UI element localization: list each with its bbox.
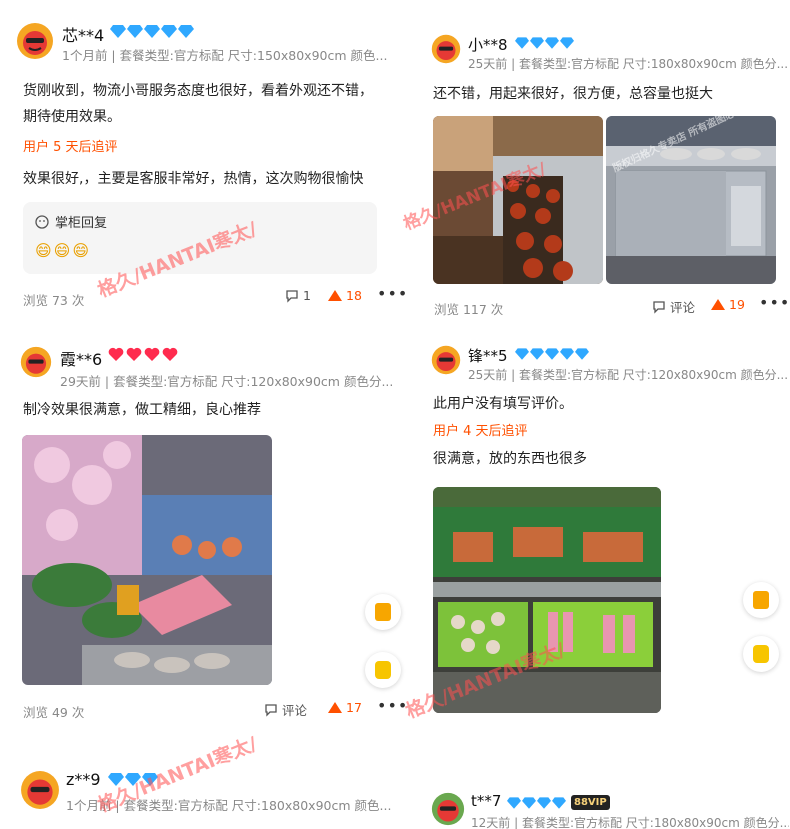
followup-text: 很满意，放的东西也很多 [433,451,587,467]
diamond-icon [515,37,529,49]
diamond-icon [161,25,177,38]
diamond-icon [178,25,194,38]
comment-button[interactable]: 评论 [652,297,695,316]
avatar[interactable] [20,770,60,810]
heart-icon [144,347,160,361]
username[interactable]: 芯**4 [62,22,104,46]
followup-text: 效果很好,，主要是客服非常好，热情，这次购物很愉快 [23,171,364,187]
followup-label: 用户 5 天后追评 [23,140,118,155]
review-meta: 12天前 | 套餐类型:官方标配 尺寸:180x80x90cm 颜色分... [471,816,789,829]
diamond-icon [575,348,589,360]
diamond-icon [560,37,574,49]
diamond-icon [530,348,544,360]
more-icon[interactable]: ••• [759,293,790,312]
review-text: 货刚收到，物流小哥服务态度也很好，看着外观还不错，期待使用效果。 [23,83,373,125]
diamond-icon [552,796,566,809]
review-header: t**7 88VIP 12天前 | 套餐类型:官方标配 尺寸:180x80x90… [411,792,790,829]
view-count: 浏览 73 次 [23,293,85,308]
username[interactable]: 霞**6 [60,346,102,370]
like-icon [711,299,725,310]
vip-badge: 88VIP [571,795,610,810]
review-meta: 25天前 | 套餐类型:官方标配 尺寸:120x80x90cm 颜色分... [468,368,788,382]
float-button-icon [375,661,391,679]
review-header: 锋**5 25天前 | 套餐类型:官方标配 尺寸:120x80x90cm 颜色分… [411,345,790,391]
avatar[interactable] [431,34,461,64]
diamond-icon [110,25,126,38]
diamond-icon [530,37,544,49]
heart-badges [108,347,178,362]
avatar[interactable] [431,792,465,826]
review-card: 锋**5 25天前 | 套餐类型:官方标配 尺寸:120x80x90cm 颜色分… [411,345,790,472]
like-button[interactable]: 17 [328,700,362,715]
reply-float-button[interactable] [743,636,779,672]
review-header: 芯**4 1个月前 | 套餐类型:官方标配 尺寸:150x80x90cm 颜色.… [0,22,400,68]
review-card: t**7 88VIP 12天前 | 套餐类型:官方标配 尺寸:180x80x90… [411,792,790,829]
edit-float-button[interactable] [365,594,401,630]
heart-icon [126,347,142,361]
diamond-badges: 88VIP [507,795,610,810]
diamond-icon [507,796,521,809]
review-meta: 29天前 | 套餐类型:官方标配 尺寸:120x80x90cm 颜色分... [60,374,394,389]
review-stats-wrapper: 浏览 117 次 评论 19 ••• [411,293,790,319]
like-icon [328,702,342,713]
review-text: 此用户没有填写评价。 [433,396,573,412]
view-count: 浏览 117 次 [434,302,504,317]
diamond-icon [545,348,559,360]
reply-float-button[interactable] [365,652,401,688]
more-icon[interactable]: ••• [377,284,408,303]
diamond-icon [537,796,551,809]
review-stats: 浏览 117 次 评论 19 ••• [411,293,790,319]
avatar[interactable] [20,346,52,378]
diamond-icon [560,348,574,360]
reply-label: 掌柜回复 [55,216,108,231]
review-photo[interactable] [606,116,776,284]
review-stats: 浏览 49 次 评论 17 ••• [0,696,407,722]
review-meta: 1个月前 | 套餐类型:官方标配 尺寸:150x80x90cm 颜色... [62,48,388,63]
diamond-icon [144,25,160,38]
seafood-display-image [22,435,272,685]
review-header: 霞**6 29天前 | 套餐类型:官方标配 尺寸:120x80x90cm 颜色分… [0,346,400,392]
float-button-icon [753,591,769,609]
review-stats: 浏览 73 次 1 18 ••• [0,284,407,310]
like-button[interactable]: 18 [328,288,362,303]
edit-float-button[interactable] [743,582,779,618]
avatar[interactable] [431,345,461,375]
comment-button[interactable]: 1 [285,288,311,303]
review-meta: 25天前 | 套餐类型:官方标配 尺寸:180x80x90cm 颜色分... [468,57,788,71]
comment-icon [286,289,298,303]
review-photo[interactable] [22,435,272,685]
heart-icon [108,347,124,361]
review-header: 小**8 25天前 | 套餐类型:官方标配 尺寸:180x80x90cm 颜色分… [411,34,790,80]
diamond-badges [515,348,589,360]
float-button-icon [753,645,769,663]
username[interactable]: 小**8 [468,34,508,55]
diamond-badges [515,37,574,49]
heart-icon [162,347,178,361]
comment-icon [653,300,665,314]
diamond-icon [545,37,559,49]
like-icon [328,290,342,301]
username[interactable]: z**9 [66,770,101,789]
diamond-icon [515,348,529,360]
followup-label: 用户 4 天后追评 [433,424,528,439]
username[interactable]: t**7 [471,792,501,810]
review-card: 霞**6 29天前 | 套餐类型:官方标配 尺寸:120x80x90cm 颜色分… [0,346,400,423]
review-stats-wrapper: 浏览 49 次 评论 17 ••• [0,696,407,722]
float-button-icon [375,603,391,621]
fridge-counter-image [606,116,776,284]
review-card: 芯**4 1个月前 | 套餐类型:官方标配 尺寸:150x80x90cm 颜色.… [0,22,407,310]
avatar[interactable] [16,22,54,60]
diamond-icon [522,796,536,809]
review-text: 制冷效果很满意，做工精细，良心推荐 [23,402,261,418]
review-card: 小**8 25天前 | 套餐类型:官方标配 尺寸:180x80x90cm 颜色分… [411,34,790,107]
comment-icon [265,703,277,717]
comment-button[interactable]: 评论 [264,700,307,719]
like-button[interactable]: 19 [711,297,745,312]
reply-icon [35,214,49,229]
diamond-badges [110,25,194,38]
username[interactable]: 锋**5 [468,345,508,366]
view-count: 浏览 49 次 [23,705,85,720]
diamond-icon [127,25,143,38]
